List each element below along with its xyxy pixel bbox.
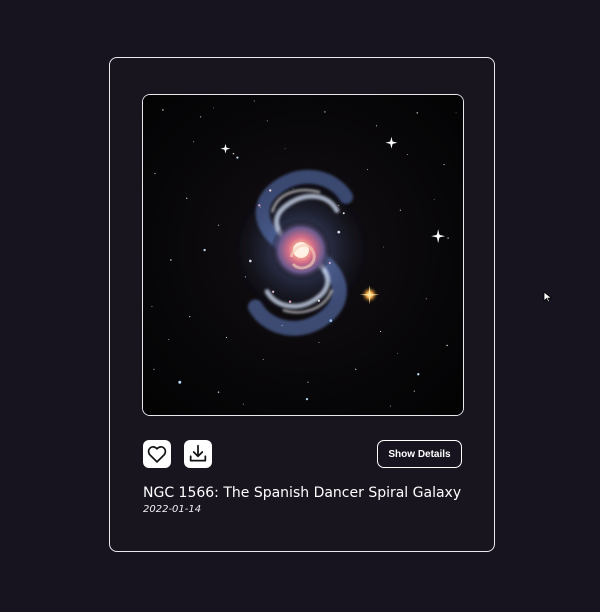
download-icon xyxy=(189,444,207,462)
app-page: Show Details NGC 1566: The Spanish Dance… xyxy=(0,0,600,612)
apod-card: Show Details NGC 1566: The Spanish Dance… xyxy=(109,57,495,552)
show-details-button[interactable]: Show Details xyxy=(377,440,462,468)
like-button[interactable] xyxy=(143,440,171,468)
heart-icon xyxy=(147,446,167,463)
post-date: 2022-01-14 xyxy=(143,504,202,515)
galaxy-illustration xyxy=(143,95,463,415)
post-title: NGC 1566: The Spanish Dancer Spiral Gala… xyxy=(143,485,462,501)
galaxy-image xyxy=(142,94,464,416)
mouse-cursor-icon xyxy=(543,291,553,303)
download-button[interactable] xyxy=(184,440,212,468)
